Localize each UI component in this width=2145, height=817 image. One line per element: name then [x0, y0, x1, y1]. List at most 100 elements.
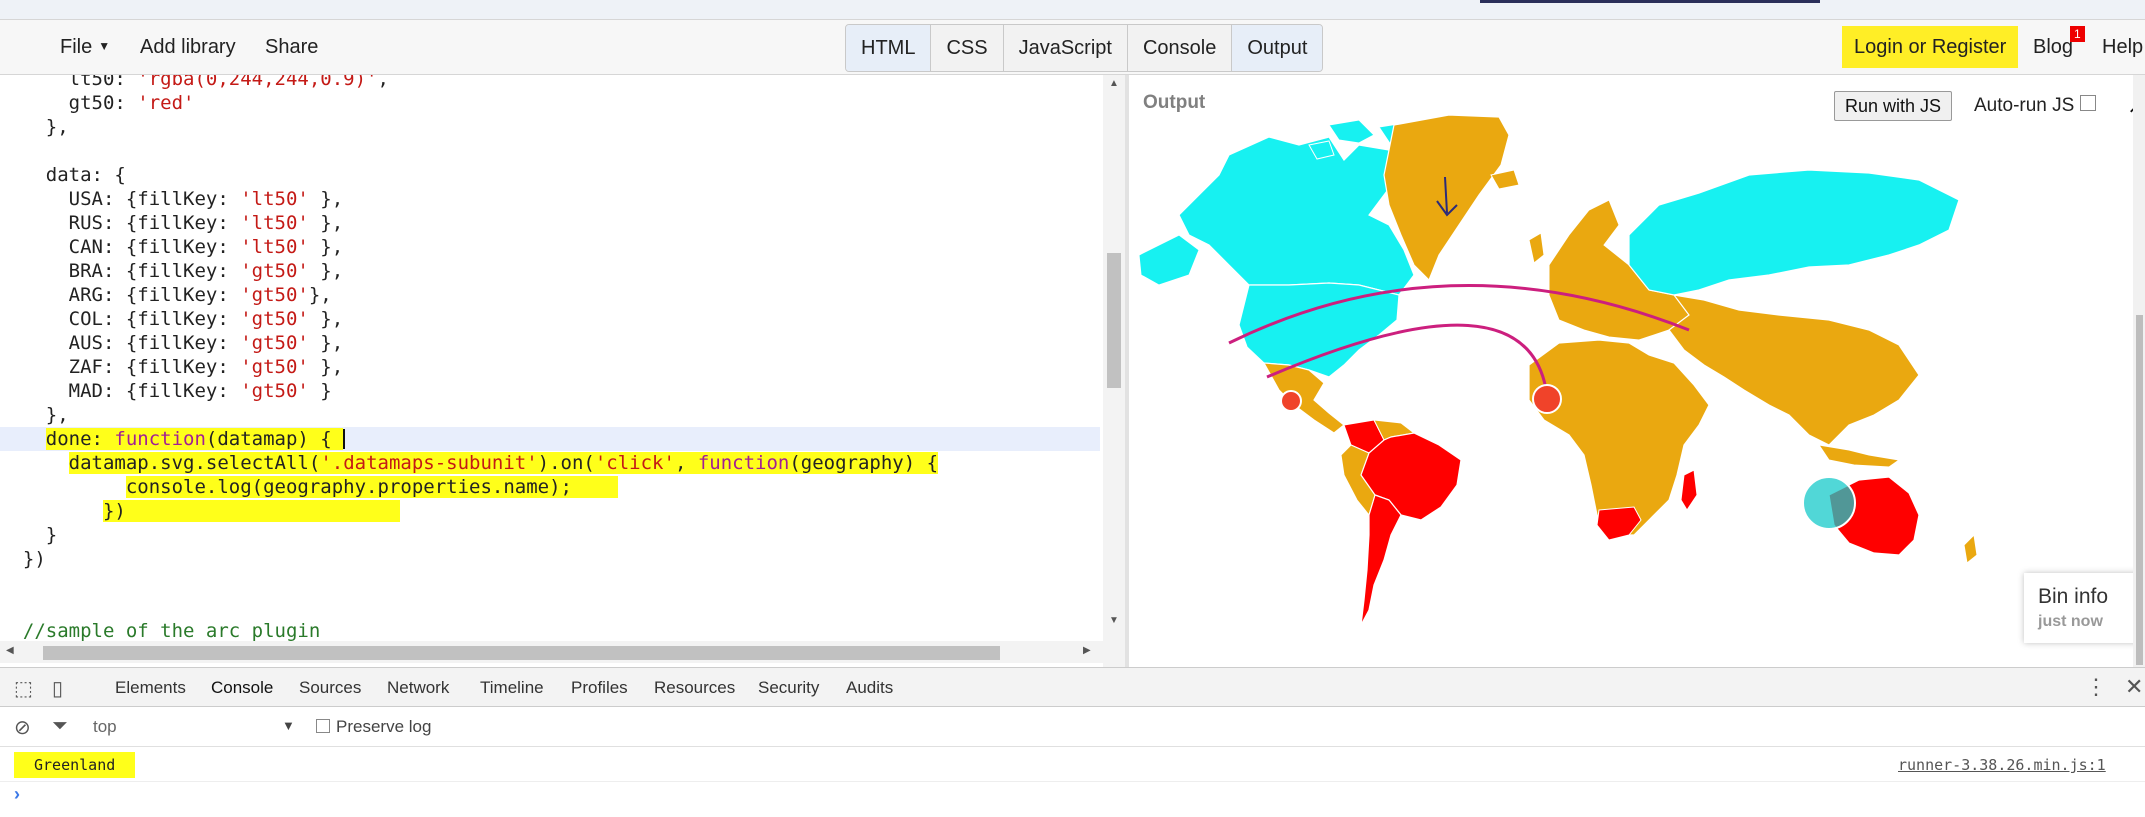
console-prompt-icon[interactable]: › — [14, 784, 20, 805]
device-toolbar-icon[interactable]: ▯ — [52, 676, 63, 701]
scroll-left-icon[interactable]: ◀ — [6, 645, 14, 656]
code-line-active: done: function(datamap) { — [0, 427, 1100, 451]
world-map[interactable] — [1129, 115, 2129, 667]
scroll-thumb[interactable] — [2136, 315, 2143, 665]
share-button[interactable]: Share — [265, 36, 318, 59]
code-line: ARG: {fillKey: 'gt50'}, — [0, 284, 332, 306]
country-africa[interactable] — [1528, 339, 1710, 536]
scroll-up-icon[interactable]: ▲ — [1109, 78, 1119, 89]
chevron-down-icon[interactable]: ▼ — [282, 718, 295, 733]
preserve-log-label: Preserve log — [336, 717, 432, 736]
clear-console-icon[interactable]: ⊘ — [14, 715, 31, 740]
code-content[interactable]: lt50: 'rgba(0,244,244,0.9)', gt50: 'red'… — [0, 75, 1100, 643]
panel-tabs: HTML CSS JavaScript Console Output — [845, 24, 1324, 72]
devtools-tab-resources[interactable]: Resources — [654, 678, 735, 698]
devtools-tab-timeline[interactable]: Timeline — [480, 678, 544, 698]
code-line: } — [0, 524, 58, 546]
ad-banner — [1480, 0, 1820, 3]
highlight-mark: console.log(geography.properties.name); — [125, 476, 618, 498]
add-library-button[interactable]: Add library — [140, 36, 236, 59]
help-link[interactable]: Help — [2102, 36, 2143, 59]
editor-horizontal-scrollbar[interactable]: ◀ ▶ — [0, 641, 1103, 663]
devtools-tab-profiles[interactable]: Profiles — [571, 678, 628, 698]
bin-info-time: just now — [2038, 613, 2103, 630]
string-token: 'click' — [594, 452, 675, 474]
output-panel: Output Run with JS Auto-run JS ↗ — [1129, 75, 2145, 667]
preserve-log-checkbox[interactable] — [316, 719, 330, 733]
highlight-mark: datamap.svg.selectAll('.datamaps-subunit… — [68, 452, 939, 474]
browser-top-strip — [0, 0, 2145, 19]
scroll-thumb[interactable] — [43, 646, 1000, 660]
jsbin-toolbar: File ▼ Add library Share HTML CSS JavaScr… — [0, 19, 2145, 75]
inspect-icon[interactable]: ⬚ — [14, 676, 33, 701]
tab-javascript[interactable]: JavaScript — [1003, 25, 1128, 71]
devtools-tab-audits[interactable]: Audits — [846, 678, 893, 698]
keyword-token: function — [697, 452, 790, 474]
tab-output[interactable]: Output — [1232, 25, 1323, 71]
bubble-marker[interactable] — [1532, 384, 1562, 414]
string-token: 'gt50' — [240, 332, 309, 354]
devtools-tab-security[interactable]: Security — [758, 678, 819, 698]
highlight-mark: done: function(datamap) { — [45, 428, 344, 450]
country-indonesia[interactable] — [1817, 444, 1901, 468]
more-options-icon[interactable]: ⋮ — [2085, 674, 2107, 700]
string-token: 'gt50' — [240, 260, 309, 282]
code-line: ZAF: {fillKey: 'gt50' }, — [0, 356, 344, 378]
scroll-right-icon[interactable]: ▶ — [1083, 645, 1091, 656]
editor-vertical-scrollbar[interactable]: ▲ ▼ — [1103, 75, 1125, 667]
devtools-tab-network[interactable]: Network — [387, 678, 449, 698]
country-usa[interactable] — [1238, 282, 1400, 378]
context-select[interactable]: top — [93, 717, 117, 737]
code-line: gt50: 'red' — [0, 92, 195, 114]
devtools-tab-console[interactable]: Console — [211, 678, 274, 709]
code-line: console.log(geography.properties.name); — [0, 475, 1100, 499]
scroll-thumb[interactable] — [1107, 253, 1121, 388]
devtools-tabbar: ⬚ ▯ Elements Console Sources Network Tim… — [0, 668, 2145, 709]
tab-css[interactable]: CSS — [931, 25, 1004, 71]
country-alaska[interactable] — [1138, 234, 1200, 286]
console-filter-bar: ⊘ ⏷ top ▼ Preserve log — [0, 707, 2145, 747]
bin-info-panel[interactable]: Bin info just now — [2024, 573, 2144, 643]
string-token: 'red' — [137, 92, 195, 114]
text-cursor — [343, 429, 346, 449]
country-argentina[interactable] — [1360, 494, 1402, 626]
code-line: MAD: {fillKey: 'gt50' } — [0, 380, 332, 402]
tab-console[interactable]: Console — [1127, 25, 1233, 71]
bubble-marker[interactable] — [1280, 390, 1302, 412]
devtools-tab-elements[interactable]: Elements — [115, 678, 186, 698]
javascript-editor[interactable]: lt50: 'rgba(0,244,244,0.9)', gt50: 'red'… — [0, 75, 1103, 667]
autorun-checkbox[interactable] — [2080, 95, 2097, 111]
close-icon[interactable]: ✕ — [2125, 674, 2143, 700]
chevron-down-icon: ▼ — [98, 39, 111, 53]
keyword-token: function — [114, 428, 206, 450]
comment-token: //sample of the arc plugin — [22, 620, 321, 642]
country-asia[interactable] — [1668, 294, 1920, 446]
login-register-button[interactable]: Login or Register — [1842, 26, 2019, 68]
country-canada[interactable] — [1178, 136, 1415, 296]
file-menu-label: File — [60, 36, 93, 58]
country-uk[interactable] — [1528, 232, 1545, 264]
preserve-log-toggle[interactable]: Preserve log — [316, 717, 431, 737]
country-new-zealand[interactable] — [1963, 533, 1978, 564]
devtools-tab-sources[interactable]: Sources — [299, 678, 361, 698]
tab-html[interactable]: HTML — [846, 25, 932, 71]
file-menu[interactable]: File ▼ — [60, 36, 110, 59]
devtools-panel: ⬚ ▯ Elements Console Sources Network Tim… — [0, 667, 2145, 817]
string-token: 'lt50' — [240, 188, 309, 210]
filter-icon[interactable]: ⏷ — [52, 715, 68, 738]
scroll-down-icon[interactable]: ▼ — [1109, 615, 1119, 626]
bubble-marker[interactable] — [1802, 476, 1856, 530]
console-message: Greenland — [14, 752, 136, 778]
code-line: }) — [0, 499, 1100, 523]
country-madagascar[interactable] — [1680, 469, 1698, 511]
output-scrollbar[interactable] — [2133, 75, 2145, 667]
console-source-link[interactable]: runner-3.38.26.min.js:1 — [1898, 756, 2106, 774]
autorun-toggle[interactable]: Auto-run JS — [1974, 95, 2097, 117]
blog-link[interactable]: Blog 1 — [2033, 26, 2085, 59]
string-token: 'gt50' — [240, 308, 309, 330]
country-russia[interactable] — [1628, 169, 1960, 296]
code-line: data: { — [0, 164, 126, 186]
